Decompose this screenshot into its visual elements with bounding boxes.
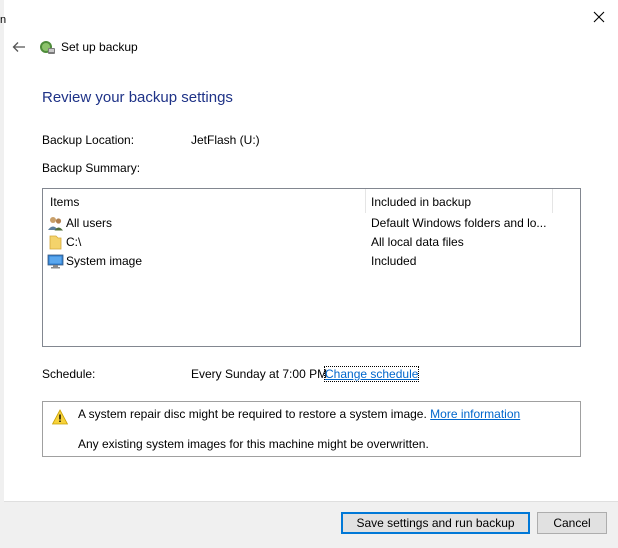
dialog-footer: Save settings and run backup Cancel — [4, 501, 618, 548]
left-window-edge — [0, 0, 4, 548]
list-item[interactable]: System image Included — [43, 252, 580, 271]
item-included: Included — [371, 254, 417, 268]
column-divider[interactable] — [552, 189, 553, 213]
overwrite-notice: Any existing system images for this mach… — [78, 437, 429, 451]
backup-location-label: Backup Location: — [42, 133, 135, 147]
save-and-run-button[interactable]: Save settings and run backup — [341, 512, 530, 534]
backup-location-value: JetFlash (U:) — [191, 133, 260, 147]
item-name: System image — [66, 254, 143, 268]
backup-summary-list[interactable]: Items Included in backup All users Defau… — [42, 188, 581, 347]
warning-panel: A system repair disc might be required t… — [42, 401, 581, 457]
users-icon — [48, 217, 63, 231]
close-button[interactable] — [588, 6, 610, 28]
back-arrow-icon — [12, 42, 25, 52]
backup-summary-label: Backup Summary: — [42, 161, 141, 175]
backup-icon — [40, 41, 55, 54]
warning-text: A system repair disc might be required t… — [78, 407, 520, 421]
column-header-included[interactable]: Included in backup — [371, 195, 471, 209]
item-name: C:\ — [66, 235, 82, 249]
column-divider[interactable] — [365, 189, 366, 213]
column-header-items[interactable]: Items — [50, 195, 79, 209]
warning-icon — [52, 409, 68, 425]
warning-message: A system repair disc might be required t… — [78, 407, 427, 421]
computer-icon — [47, 254, 64, 269]
list-item[interactable]: C:\ All local data files — [43, 233, 580, 252]
cancel-button[interactable]: Cancel — [537, 512, 607, 534]
item-included: Default Windows folders and lo... — [371, 216, 547, 230]
schedule-value: Every Sunday at 7:00 PM — [191, 367, 328, 381]
more-information-link[interactable]: More information — [430, 407, 520, 421]
list-item[interactable]: All users Default Windows folders and lo… — [43, 214, 580, 233]
window-title: Set up backup — [61, 40, 138, 54]
folder-icon — [49, 235, 62, 250]
schedule-label: Schedule: — [42, 367, 96, 381]
back-button[interactable] — [10, 38, 28, 56]
close-icon — [593, 11, 605, 23]
item-name: All users — [66, 216, 113, 230]
item-included: All local data files — [371, 235, 464, 249]
edge-glyph: n — [0, 14, 7, 26]
change-schedule-link[interactable]: Change schedule — [323, 366, 420, 382]
page-title: Review your backup settings — [42, 89, 233, 106]
